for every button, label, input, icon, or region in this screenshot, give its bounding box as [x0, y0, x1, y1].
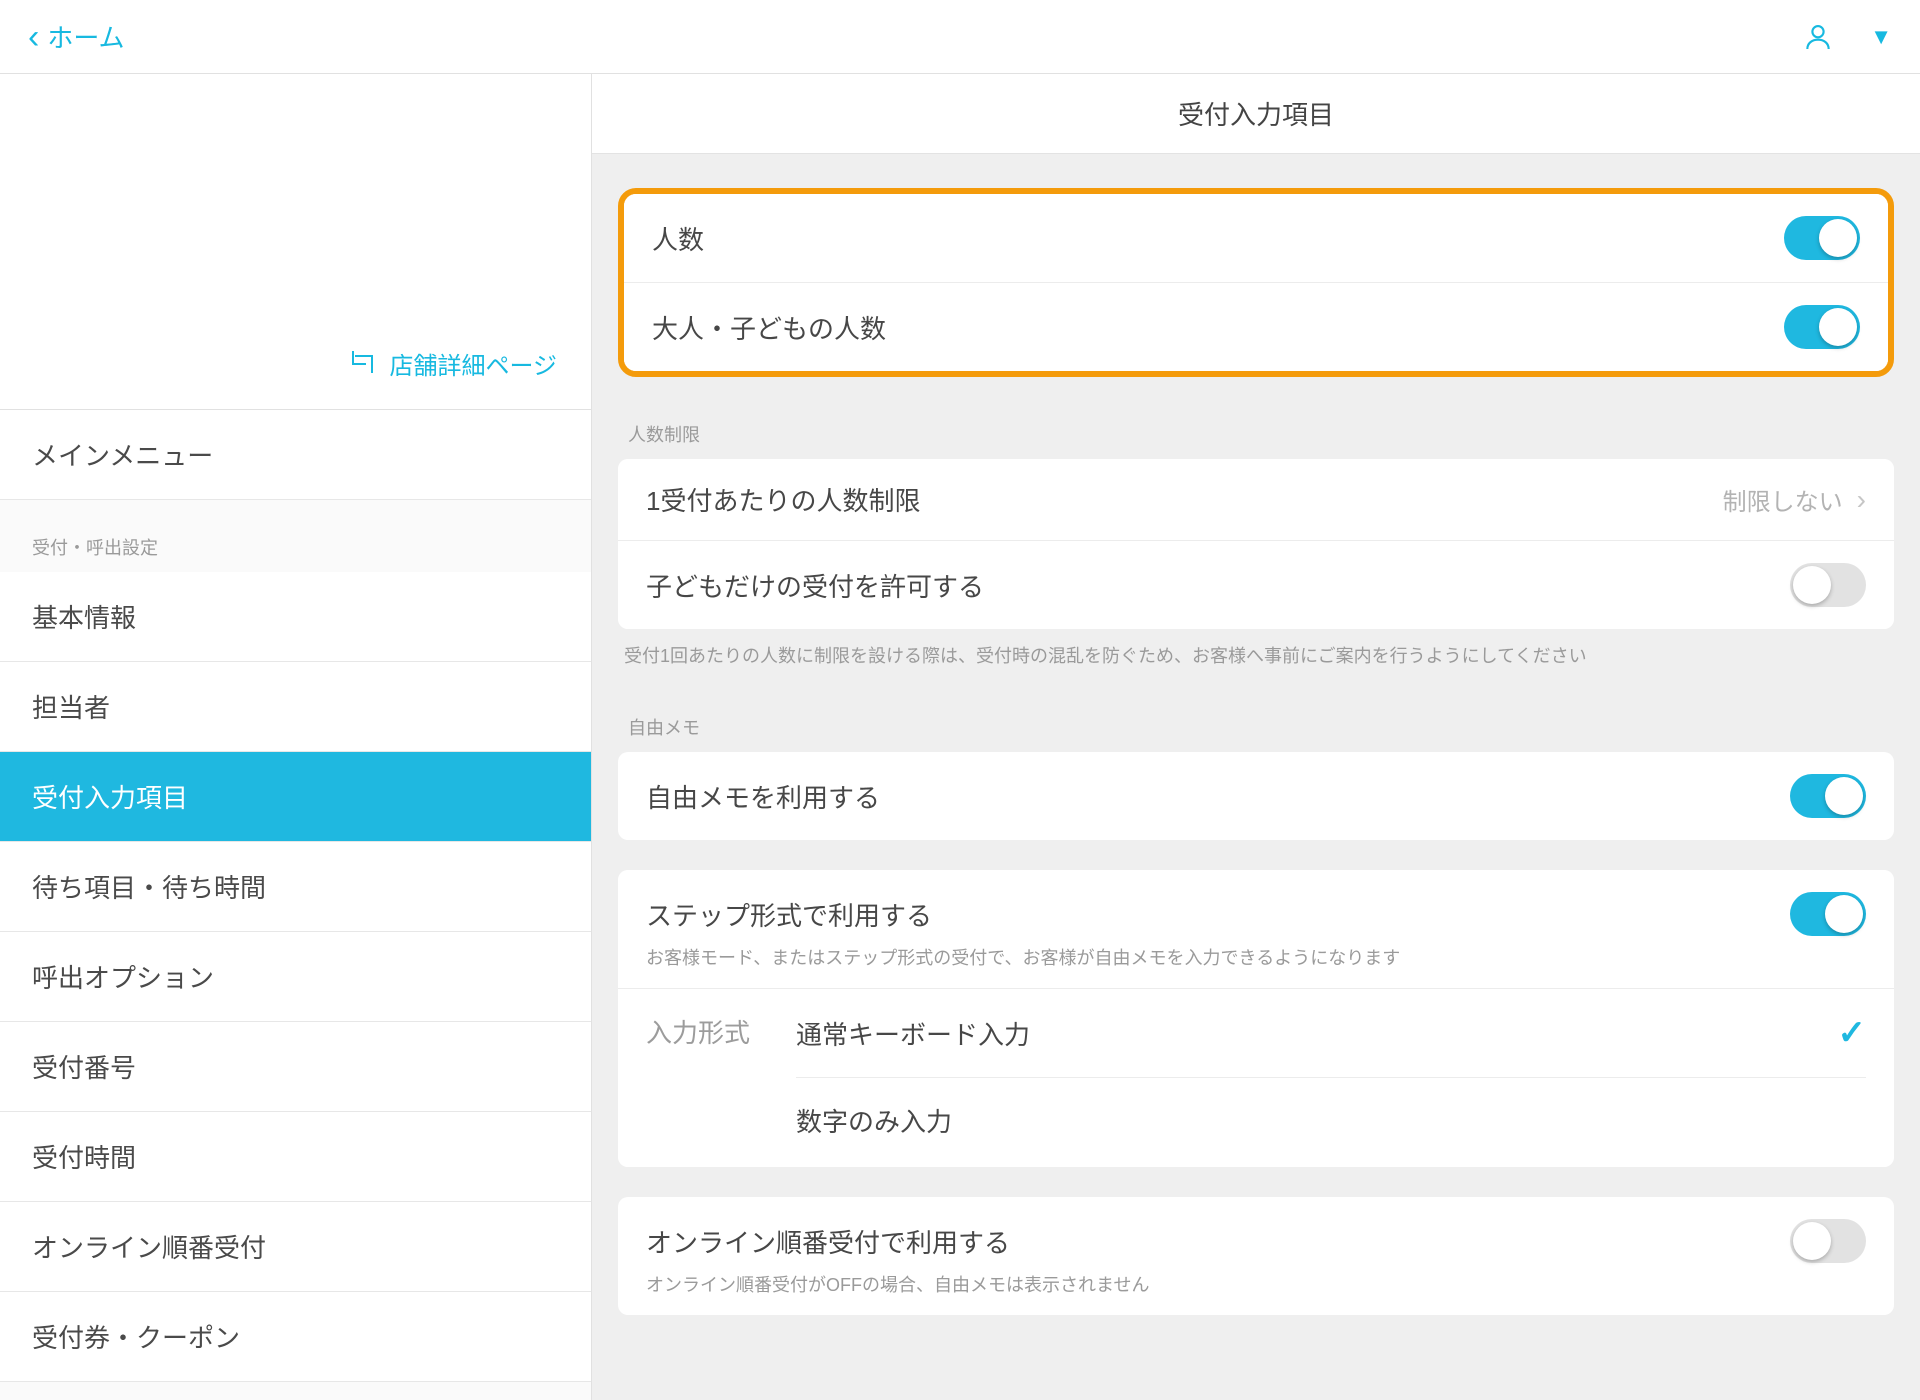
sidebar-item-1[interactable]: 担当者	[0, 662, 591, 752]
toggle-memo-online[interactable]	[1790, 1219, 1866, 1263]
check-icon: ✓	[1838, 1013, 1867, 1053]
row-use-memo: 自由メモを利用する	[618, 752, 1894, 840]
sidebar-item-0[interactable]: 基本情報	[0, 572, 591, 662]
sidebar-item-8[interactable]: 受付券・クーポン	[0, 1292, 591, 1382]
sidebar-item-5[interactable]: 受付番号	[0, 1022, 591, 1112]
adult-child-label: 大人・子どもの人数	[652, 309, 1784, 346]
sidebar-item-2[interactable]: 受付入力項目	[0, 752, 591, 842]
main-menu-label: メインメニュー	[32, 441, 213, 471]
people-count-label: 人数	[652, 220, 1784, 257]
back-home-button[interactable]: ‹ ホーム	[28, 18, 125, 55]
sidebar-item-label: 担当者	[32, 693, 110, 723]
sidebar-item-7[interactable]: オンライン順番受付	[0, 1202, 591, 1292]
sidebar-item-3[interactable]: 待ち項目・待ち時間	[0, 842, 591, 932]
row-adult-child-count: 大人・子どもの人数	[624, 283, 1888, 371]
memo-online-group: オンライン順番受付で利用する オンライン順番受付がOFFの場合、自由メモは表示さ…	[618, 1197, 1894, 1315]
toggle-people-count[interactable]	[1784, 216, 1860, 260]
allow-children-only-label: 子どもだけの受付を許可する	[646, 567, 1790, 604]
row-people-count: 人数	[624, 194, 1888, 283]
sidebar-item-label: 基本情報	[32, 603, 136, 633]
row-allow-children-only: 子どもだけの受付を許可する	[618, 541, 1894, 629]
store-detail-label: 店舗詳細ページ	[389, 353, 557, 380]
user-icon[interactable]	[1802, 21, 1834, 53]
people-count-group: 人数 大人・子どもの人数	[618, 188, 1894, 377]
row-per-reception-limit[interactable]: 1受付あたりの人数制限 制限しない ›	[618, 459, 1894, 541]
format-option-keyboard-label: 通常キーボード入力	[796, 1015, 1030, 1052]
chevron-down-icon[interactable]: ▼	[1870, 24, 1892, 50]
sidebar-item-label: 受付券・クーポン	[32, 1323, 240, 1353]
chevron-left-icon: ‹	[28, 20, 39, 54]
toggle-allow-children-only[interactable]	[1790, 563, 1866, 607]
chevron-right-icon: ›	[1857, 484, 1866, 516]
limit-caption: 人数制限	[622, 421, 1890, 459]
row-step-mode: ステップ形式で利用する お客様モード、またはステップ形式の受付で、お客様が自由メ…	[618, 870, 1894, 989]
main-title: 受付入力項目	[592, 74, 1920, 154]
toggle-adult-child-count[interactable]	[1784, 305, 1860, 349]
memo-online-note: オンライン順番受付がOFFの場合、自由メモは表示されません	[646, 1271, 1866, 1297]
store-detail-link[interactable]: 店舗詳細ページ	[355, 346, 557, 381]
limit-note: 受付1回あたりの人数に制限を設ける際は、受付時の混乱を防ぐため、お客様へ事前にご…	[618, 629, 1894, 670]
format-option-keyboard[interactable]: 通常キーボード入力 ✓	[796, 989, 1866, 1078]
memo-caption: 自由メモ	[622, 714, 1890, 752]
main-menu-item[interactable]: メインメニュー	[0, 410, 591, 500]
per-reception-label: 1受付あたりの人数制限	[646, 481, 1723, 518]
sidebar-item-4[interactable]: 呼出オプション	[0, 932, 591, 1022]
back-label: ホーム	[47, 18, 124, 55]
format-option-numeric[interactable]: 数字のみ入力	[796, 1078, 1866, 1163]
sidebar-item-label: 受付入力項目	[32, 783, 188, 813]
store-info-block: 店舗詳細ページ	[0, 74, 591, 410]
sidebar-item-label: 受付時間	[32, 1143, 136, 1173]
per-reception-value: 制限しない	[1723, 482, 1843, 517]
memo-step-group: ステップ形式で利用する お客様モード、またはステップ形式の受付で、お客様が自由メ…	[618, 870, 1894, 1167]
people-limit-group: 人数制限 1受付あたりの人数制限 制限しない › 子どもだけの受付を許可する 受…	[618, 421, 1894, 670]
use-memo-label: 自由メモを利用する	[646, 778, 1790, 815]
memo-group: 自由メモ 自由メモを利用する	[618, 714, 1894, 840]
main-panel: 受付入力項目 人数 大人・子どもの人数 人数制限 1受付あたりの人数制限 制限	[592, 74, 1920, 1400]
toggle-use-memo[interactable]	[1790, 774, 1866, 818]
sidebar-item-label: 待ち項目・待ち時間	[32, 873, 266, 903]
format-label: 入力形式	[646, 989, 796, 1050]
sidebar-item-6[interactable]: 受付時間	[0, 1112, 591, 1202]
top-bar: ‹ ホーム ▼	[0, 0, 1920, 74]
step-label: ステップ形式で利用する	[646, 896, 1790, 933]
sidebar-item-label: 呼出オプション	[32, 963, 214, 993]
toggle-step-mode[interactable]	[1790, 892, 1866, 936]
sidebar-item-label: オンライン順番受付	[32, 1233, 266, 1263]
step-note: お客様モード、またはステップ形式の受付で、お客様が自由メモを入力できるようになり…	[646, 944, 1866, 970]
row-input-format: 入力形式 通常キーボード入力 ✓ 数字のみ入力	[618, 989, 1894, 1167]
row-memo-online: オンライン順番受付で利用する オンライン順番受付がOFFの場合、自由メモは表示さ…	[618, 1197, 1894, 1315]
memo-online-label: オンライン順番受付で利用する	[646, 1223, 1790, 1260]
sidebar: 店舗詳細ページ メインメニュー 受付・呼出設定 基本情報担当者受付入力項目待ち項…	[0, 74, 592, 1400]
format-option-numeric-label: 数字のみ入力	[796, 1102, 952, 1139]
sidebar-item-label: 受付番号	[32, 1053, 136, 1083]
sidebar-section-label: 受付・呼出設定	[0, 500, 591, 572]
